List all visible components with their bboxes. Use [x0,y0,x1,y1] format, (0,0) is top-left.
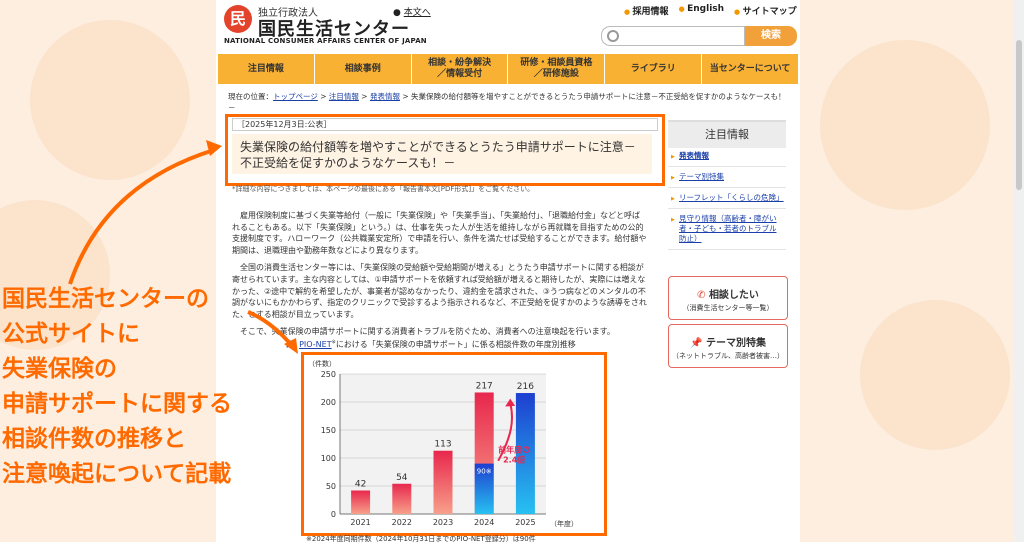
overlay-line: 相談件数の推移と [2,426,186,452]
overlay-caption: 国民生活センターの 公式サイトに 失業保険の 申請サポートに関する 相談件数の推… [2,282,232,492]
overlay-line: 公式サイトに [2,321,140,347]
overlay-line: 国民生活センターの [2,286,209,312]
arrow-to-title [68,148,215,285]
overlay-line: 失業保険の [2,356,117,382]
overlay-line: 注意喚起について記載 [2,461,232,487]
overlay-line: 申請サポートに関する [2,391,232,417]
arrow-to-chart [247,310,294,348]
